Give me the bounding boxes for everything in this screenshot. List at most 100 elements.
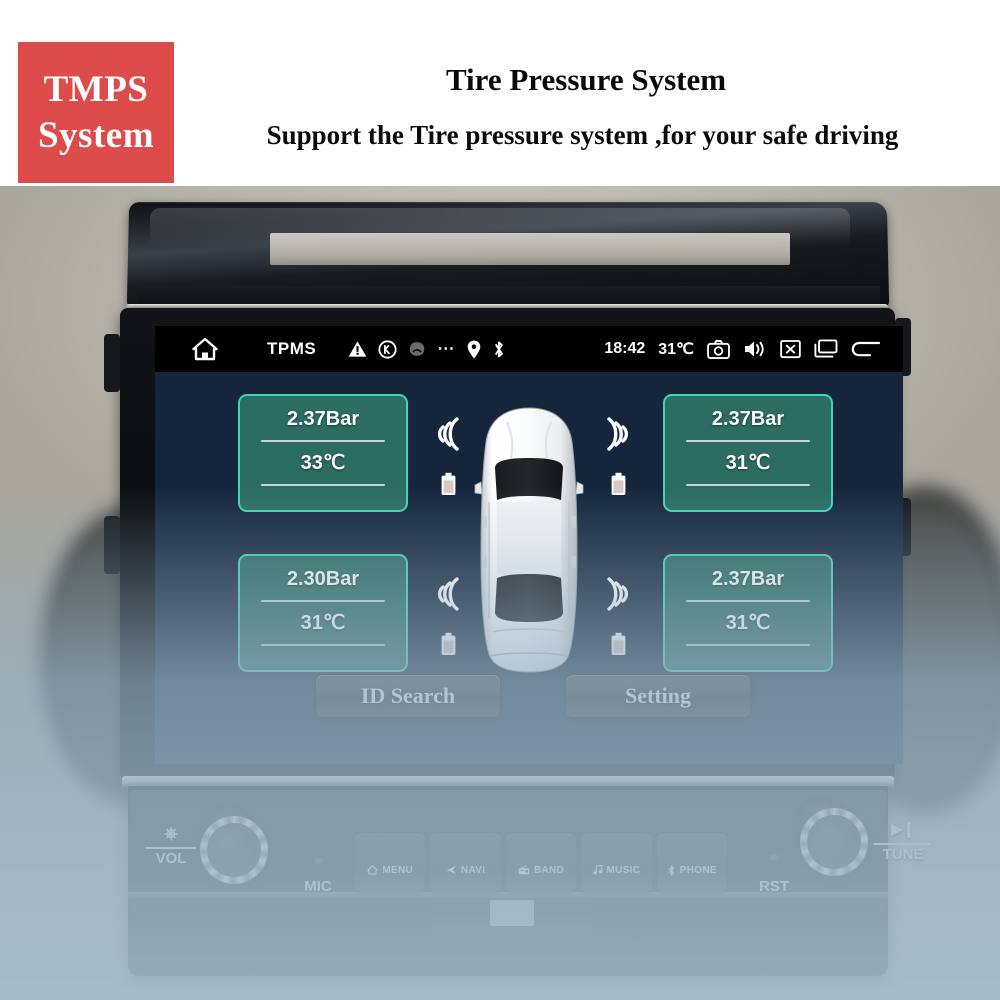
physical-button-row: MENU NAVI BAND MUSIC PHONE <box>355 834 727 892</box>
volume-knob-shadow <box>198 804 256 862</box>
tire-pressure-value: 2.30Bar <box>287 566 359 592</box>
logo-line-1: TMPS <box>44 67 149 112</box>
bezel-tab-left-lower <box>104 516 120 574</box>
car-seat-icon <box>408 340 426 358</box>
tire-temperature-value: 31℃ <box>301 610 346 636</box>
page-banner: TMPS System Tire Pressure System Support… <box>0 0 1000 186</box>
tune-knob-shadow <box>792 796 850 854</box>
home-icon <box>367 865 378 875</box>
product-photo: TPMS ⋯ 18:42 31℃ 2.37Bar 33℃ 2.37Bar 31℃… <box>0 186 1000 1000</box>
card-divider <box>261 644 385 646</box>
navi-button[interactable]: NAVI <box>430 834 500 892</box>
page-title: Tire Pressure System <box>186 62 986 98</box>
power-icon: ⎈ <box>142 824 200 844</box>
bezel-tab-right-lower <box>895 498 911 556</box>
tune-label: TUNE <box>872 846 934 863</box>
tire-card-rear-right[interactable]: 2.37Bar 31℃ <box>663 554 833 672</box>
signal-waves-icon <box>433 570 463 618</box>
logo-line-2: System <box>38 113 154 158</box>
tire-temperature-value: 31℃ <box>726 450 771 476</box>
music-button[interactable]: MUSIC <box>581 834 651 892</box>
circled-k-icon <box>378 340 397 359</box>
camera-icon[interactable] <box>707 340 730 359</box>
phone-button[interactable]: PHONE <box>657 834 727 892</box>
battery-icon <box>440 472 457 496</box>
sensor-indicator-front-left <box>425 410 471 496</box>
warning-triangle-icon <box>348 340 367 358</box>
phone-button-label: PHONE <box>680 865 717 876</box>
card-divider <box>261 440 385 442</box>
signal-waves-icon <box>433 410 463 458</box>
bezel-tab-left-upper <box>104 334 120 392</box>
band-button[interactable]: BAND <box>506 834 576 892</box>
recents-icon[interactable] <box>814 339 838 359</box>
tire-temperature-value: 31℃ <box>726 610 771 636</box>
control-panel-gloss <box>130 790 886 838</box>
rear-connector-clip <box>490 900 534 926</box>
microphone-hole <box>313 857 324 864</box>
tmps-logo-badge: TMPS System <box>18 42 174 183</box>
battery-icon <box>610 472 627 496</box>
tune-label-rule <box>874 843 930 845</box>
menu-button[interactable]: MENU <box>355 834 425 892</box>
card-divider <box>261 484 385 486</box>
bluetooth-icon <box>492 340 506 359</box>
signal-waves-icon <box>603 410 633 458</box>
card-divider <box>686 644 810 646</box>
bluetooth-icon <box>667 865 676 876</box>
status-time: 18:42 <box>604 340 645 358</box>
close-box-icon[interactable] <box>780 339 801 359</box>
signal-waves-icon <box>603 570 633 618</box>
vol-label: VOL <box>142 850 200 867</box>
battery-icon <box>440 632 457 656</box>
location-pin-icon <box>467 340 481 359</box>
volume-knob-face[interactable] <box>207 823 261 877</box>
tire-card-front-left[interactable]: 2.37Bar 33℃ <box>238 394 408 512</box>
background-tire-right-inner <box>848 516 998 786</box>
sensor-indicator-rear-left <box>425 570 471 656</box>
card-divider <box>686 600 810 602</box>
tune-knob-face[interactable] <box>807 815 861 869</box>
more-dots-icon[interactable]: ⋯ <box>437 339 456 359</box>
tire-card-rear-left[interactable]: 2.30Bar 31℃ <box>238 554 408 672</box>
home-icon[interactable] <box>185 337 225 361</box>
navi-button-label: NAVI <box>461 865 485 876</box>
menu-button-label: MENU <box>382 865 413 876</box>
control-panel-skirt <box>132 898 884 976</box>
control-panel <box>128 786 888 976</box>
tire-pressure-value: 2.37Bar <box>287 406 359 432</box>
volume-icon[interactable] <box>743 339 767 359</box>
background-tire-right <box>830 486 1000 816</box>
car-top-view-icon <box>473 406 585 674</box>
band-button-label: BAND <box>534 865 564 876</box>
card-divider <box>261 600 385 602</box>
card-divider <box>686 484 810 486</box>
touchscreen-display[interactable]: TPMS ⋯ 18:42 31℃ 2.37Bar 33℃ 2.37Bar 31℃… <box>155 326 903 764</box>
page-subtitle: Support the Tire pressure system ,for yo… <box>175 120 990 151</box>
vol-label-rule <box>146 847 196 849</box>
tire-pressure-value: 2.37Bar <box>712 566 784 592</box>
background-tire-left-inner <box>58 531 208 781</box>
hood-light-strip <box>270 233 790 265</box>
tune-knob[interactable] <box>800 808 868 876</box>
card-divider <box>686 440 810 442</box>
chrome-trim-bottom <box>128 892 888 899</box>
status-temperature: 31℃ <box>658 339 694 359</box>
music-note-icon <box>593 865 603 875</box>
sensor-indicator-front-right <box>595 410 641 496</box>
reset-hole[interactable] <box>768 854 779 861</box>
navigation-arrow-icon <box>446 865 457 875</box>
background-tire-left <box>40 506 230 806</box>
music-button-label: MUSIC <box>607 865 641 876</box>
rear-connector-block <box>432 900 592 958</box>
tire-card-front-right[interactable]: 2.37Bar 31℃ <box>663 394 833 512</box>
play-pause-icon: ▶❙ <box>872 820 934 838</box>
id-search-button[interactable]: ID Search <box>315 674 501 718</box>
volume-knob[interactable] <box>200 816 268 884</box>
back-arrow-icon[interactable] <box>851 339 881 359</box>
rst-label: RST <box>746 878 802 895</box>
mic-label: MIC <box>290 878 346 895</box>
setting-button[interactable]: Setting <box>565 674 751 718</box>
tire-temperature-value: 33℃ <box>301 450 346 476</box>
status-indicator-group: ⋯ <box>348 339 506 359</box>
